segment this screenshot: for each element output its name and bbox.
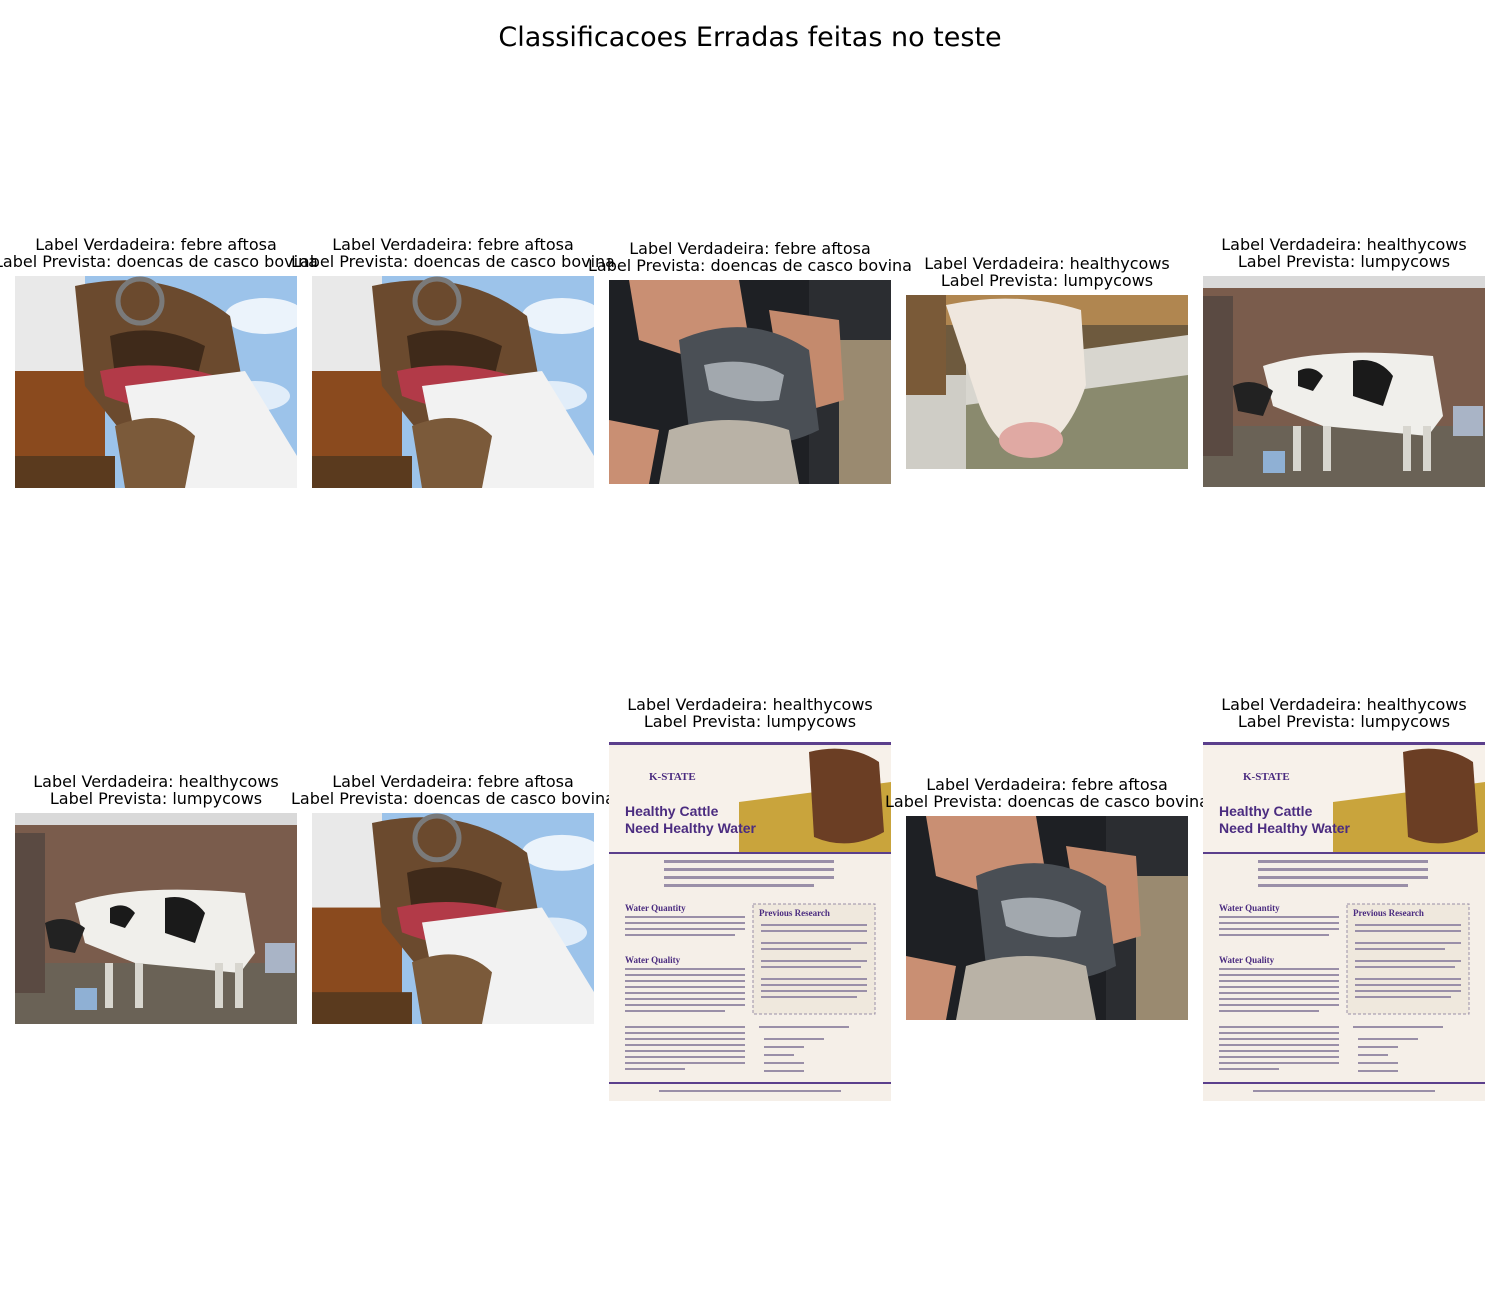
cow-mouth-photo — [312, 813, 594, 1024]
predicted-label: Label Prevista: lumpycows — [1237, 712, 1451, 731]
cow-drinking-photo — [906, 295, 1188, 469]
true-label: Label Verdadeira: healthycows — [1221, 235, 1467, 254]
hoof-in-hands-photo — [609, 280, 891, 484]
kstate-flyer-image: K-STATE Healthy Cattle Need Healthy Wate… — [1203, 742, 1485, 1101]
cow-mouth-photo — [312, 276, 594, 488]
cow-in-shed-photo — [15, 813, 297, 1024]
flyer-section-1: Water Quantity — [625, 903, 686, 913]
predicted-label: Label Prevista: lumpycows — [1237, 252, 1451, 271]
caption: Label Verdadeira: healthycows Label Prev… — [1163, 696, 1500, 730]
figure-title: Classificacoes Erradas feitas no teste — [498, 22, 1002, 53]
true-label: Label Verdadeira: healthycows — [627, 695, 873, 714]
flyer-heading-2: Need Healthy Water — [1219, 820, 1351, 836]
caption: Label Verdadeira: febre aftosa Label Pre… — [866, 776, 1228, 810]
flyer-heading-1: Healthy Cattle — [625, 803, 719, 819]
caption: Label Verdadeira: healthycows Label Prev… — [569, 696, 931, 730]
cow-in-shed-photo — [1203, 276, 1485, 487]
predicted-label: Label Prevista: doencas de casco bovina — [885, 792, 1209, 811]
caption: Label Verdadeira: healthycows Label Prev… — [1163, 236, 1500, 270]
true-label: Label Verdadeira: febre aftosa — [926, 775, 1168, 794]
kstate-flyer-image: K-STATE Healthy Cattle Need Healthy Wate… — [609, 742, 891, 1101]
predicted-label: Label Prevista: doencas de casco bovina — [291, 789, 615, 808]
flyer-section-3: Previous Research — [759, 908, 830, 918]
flyer-heading-2: Need Healthy Water — [625, 820, 757, 836]
predicted-label: Label Prevista: lumpycows — [940, 271, 1154, 290]
flyer-logo: K-STATE — [649, 771, 696, 783]
flyer-logo: K-STATE — [1243, 771, 1290, 783]
true-label: Label Verdadeira: healthycows — [1221, 695, 1467, 714]
flyer-section-3: Previous Research — [1353, 908, 1424, 918]
true-label: Label Verdadeira: febre aftosa — [332, 772, 574, 791]
hoof-in-hands-photo — [906, 816, 1188, 1020]
caption: Label Verdadeira: febre aftosa Label Pre… — [272, 773, 634, 807]
flyer-heading-1: Healthy Cattle — [1219, 803, 1313, 819]
predicted-label: Label Prevista: lumpycows — [643, 712, 857, 731]
flyer-section-2: Water Quality — [625, 955, 681, 965]
flyer-section-2: Water Quality — [1219, 955, 1275, 965]
cow-mouth-photo — [15, 276, 297, 488]
flyer-section-1: Water Quantity — [1219, 903, 1280, 913]
